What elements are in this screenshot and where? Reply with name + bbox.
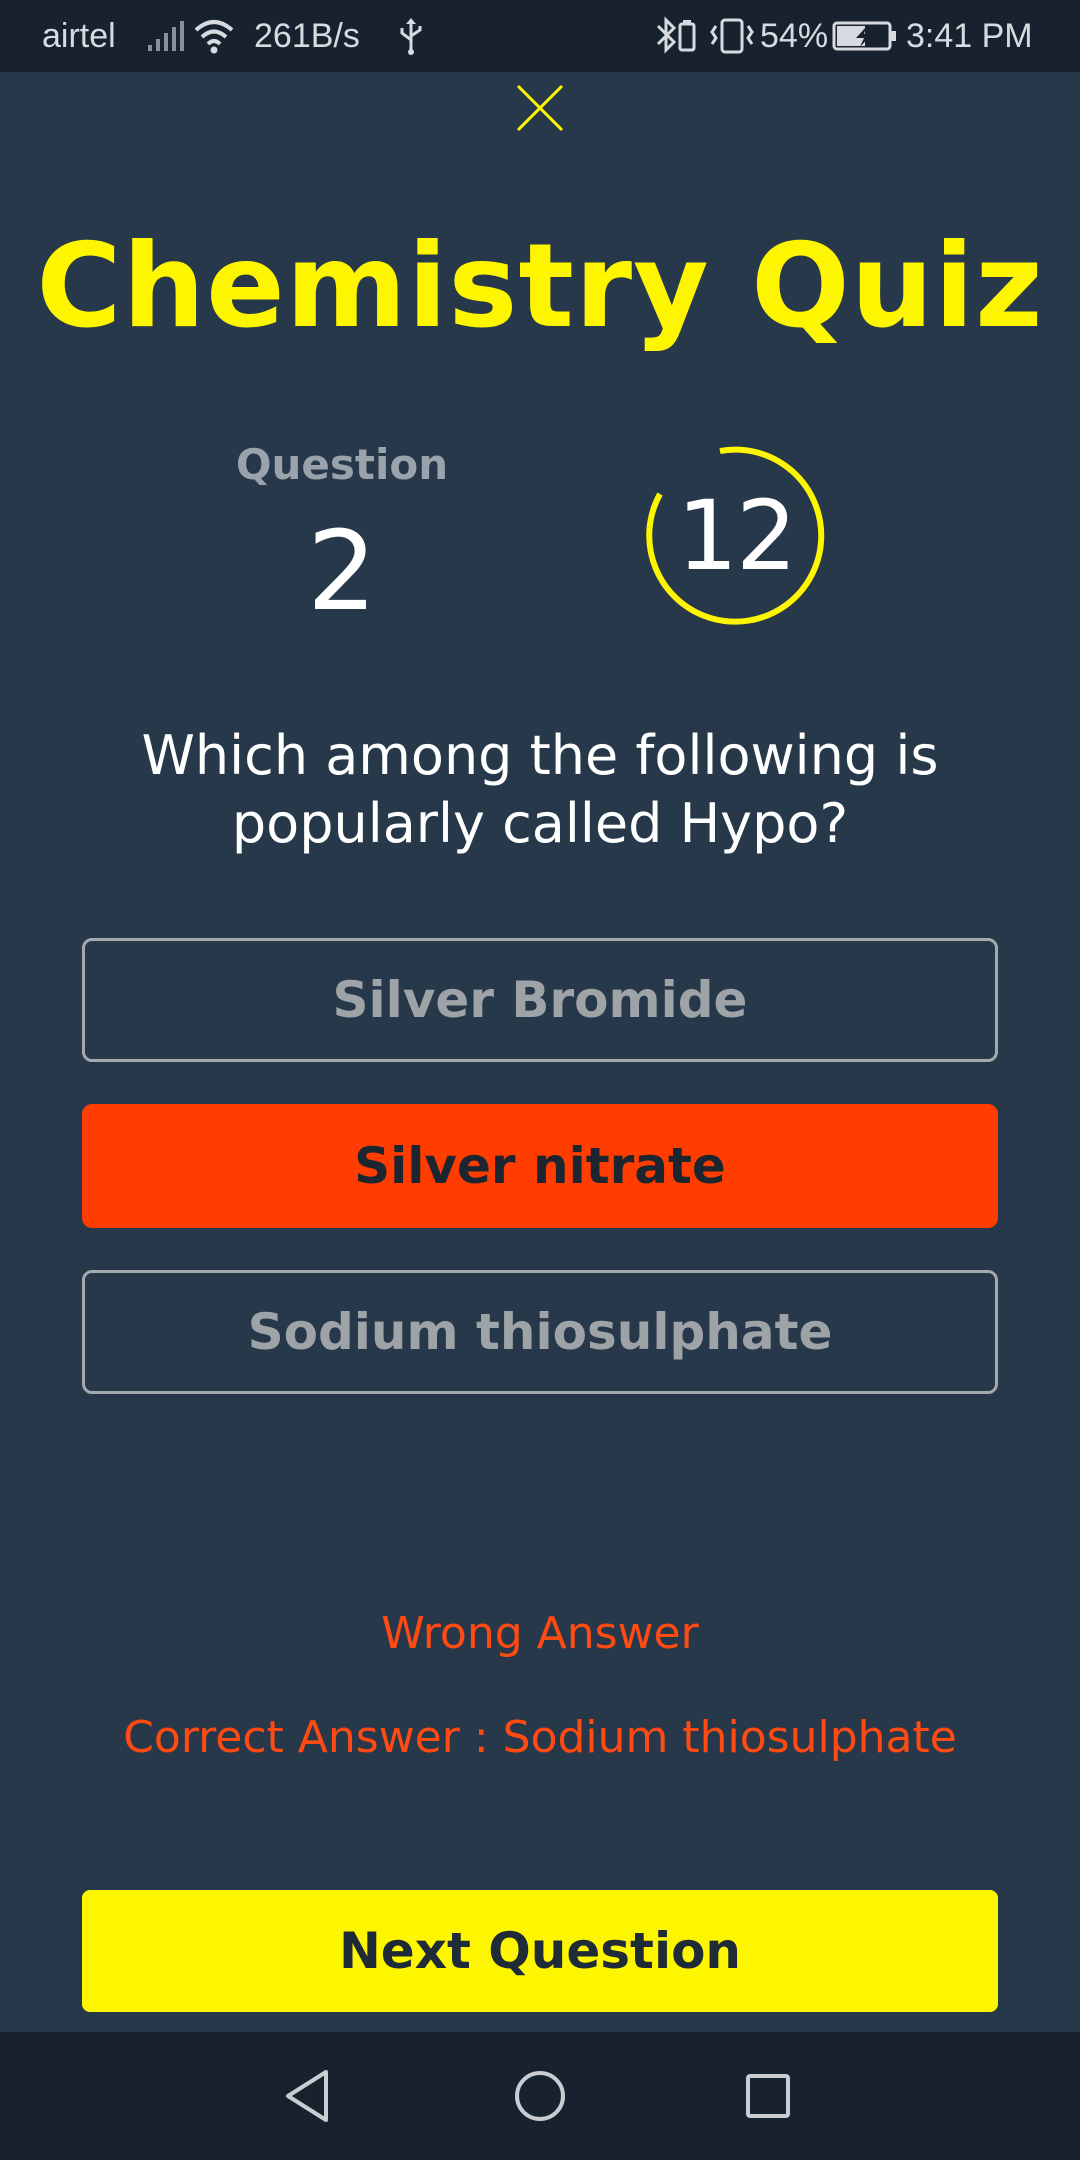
timer-value: 12 <box>676 480 797 592</box>
home-circle-icon <box>515 2071 565 2121</box>
usb-icon <box>398 0 424 72</box>
navigation-bar <box>0 2032 1080 2160</box>
battery-percent: 54% <box>760 16 829 55</box>
answer-option-1[interactable]: Silver Bromide <box>82 938 998 1062</box>
signal-icon <box>146 0 186 72</box>
nav-home-button[interactable] <box>498 2054 582 2138</box>
close-button[interactable] <box>510 78 570 138</box>
bluetooth-icon <box>652 0 698 72</box>
net-speed: 261B/s <box>254 16 360 55</box>
answer-option-2-selected-wrong[interactable]: Silver nitrate <box>82 1104 998 1228</box>
quiz-title: Chemistry Quiz <box>36 219 1044 354</box>
question-label: Question <box>235 440 449 489</box>
recents-square-icon <box>746 2074 790 2118</box>
wifi-icon <box>192 0 236 72</box>
close-icon <box>516 84 564 132</box>
nav-recents-button[interactable] <box>726 2054 810 2138</box>
battery-charging-icon <box>832 0 898 72</box>
next-question-button[interactable]: Next Question <box>82 1890 998 2012</box>
result-message: Wrong Answer <box>381 1608 699 1659</box>
question-number: 2 <box>307 507 377 635</box>
countdown-timer: 12 <box>644 444 828 628</box>
status-bar: airtel 261B/s 54% 3:41 PM <box>0 0 1080 72</box>
nav-back-button[interactable] <box>268 2054 352 2138</box>
answer-option-3[interactable]: Sodium thiosulphate <box>82 1270 998 1394</box>
correct-answer-message: Correct Answer : Sodium thiosulphate <box>123 1712 957 1763</box>
carrier-name: airtel <box>42 16 116 55</box>
back-triangle-icon <box>286 2070 328 2122</box>
question-text: Which among the following is popularly c… <box>141 724 939 855</box>
clock-time: 3:41 PM <box>906 16 1033 55</box>
vibrate-icon <box>708 0 756 72</box>
